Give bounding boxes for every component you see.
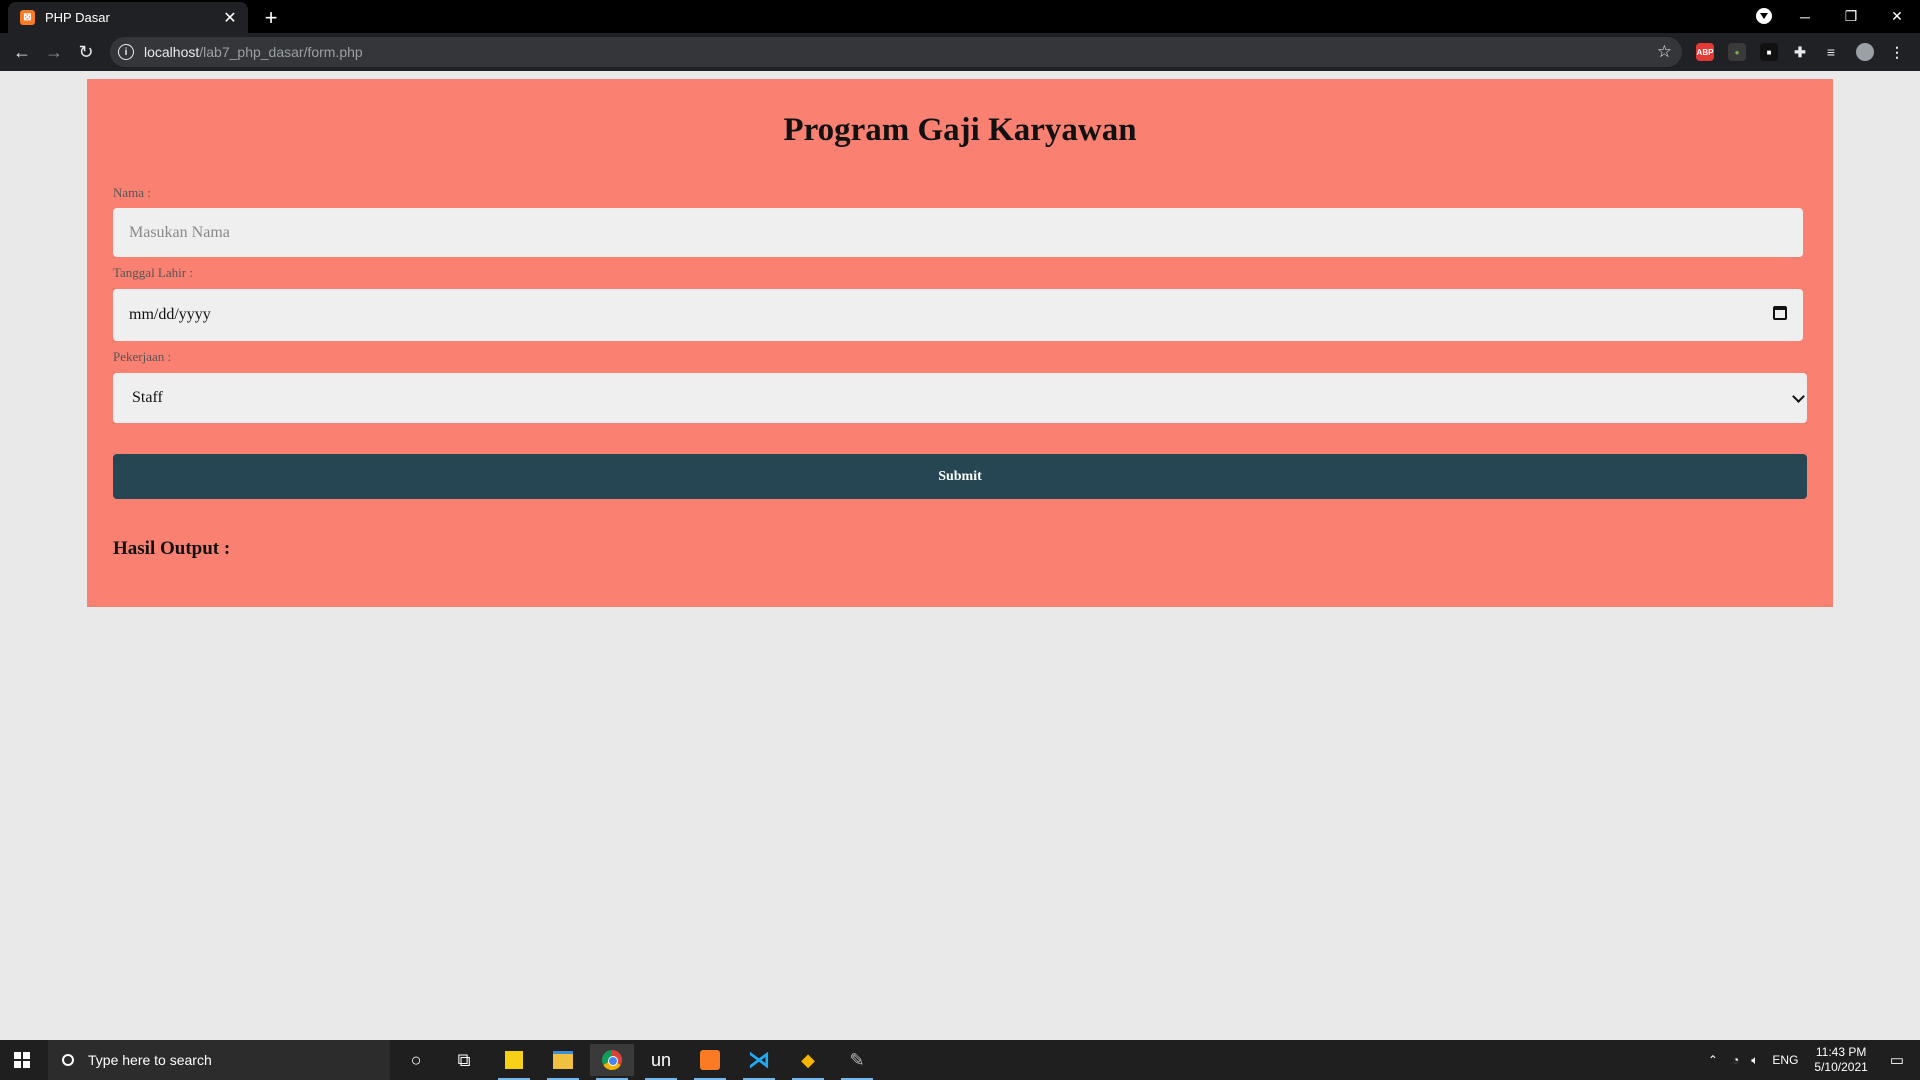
close-window-icon[interactable]: ✕ — [1874, 0, 1920, 33]
extension-icon[interactable]: ● — [1728, 43, 1746, 61]
page-title: Program Gaji Karyawan — [783, 112, 1137, 148]
vscode-icon[interactable]: ⋊ — [737, 1044, 781, 1080]
tab-bar: ⊠ PHP Dasar ✕ + ─ ❐ ✕ — [0, 0, 1920, 33]
clock-date: 5/10/2021 — [1814, 1060, 1868, 1074]
new-tab-button[interactable]: + — [257, 4, 285, 32]
network-icon[interactable]: ◔ — [1732, 1053, 1739, 1067]
pekerjaan-select[interactable]: Staff — [113, 373, 1807, 423]
search-placeholder: Type here to search — [88, 1052, 212, 1068]
tab-search-icon[interactable] — [1756, 8, 1772, 24]
date-value: mm/dd/yyyy — [129, 306, 211, 323]
taskbar: Type here to search ○ ⧉ un ⋊ ◆ ✎ ⌃ ◔ 🔈︎ … — [0, 1040, 1920, 1080]
tanggal-lahir-input[interactable]: mm/dd/yyyy — [113, 289, 1803, 341]
reload-icon[interactable]: ↻ — [72, 38, 100, 66]
forward-icon[interactable]: → — [40, 38, 68, 66]
address-bar[interactable]: i localhost/lab7_php_dasar/form.php ☆ — [110, 37, 1682, 67]
adblock-icon[interactable]: ABP — [1696, 43, 1714, 61]
close-tab-icon[interactable]: ✕ — [220, 8, 240, 28]
sticky-notes-icon[interactable] — [492, 1044, 536, 1080]
minimize-icon[interactable]: ─ — [1782, 0, 1828, 33]
extension-cube-icon[interactable]: ■ — [1760, 43, 1778, 61]
clock-time: 11:43 PM — [1815, 1045, 1867, 1059]
chrome-icon[interactable] — [590, 1044, 634, 1080]
bookmark-star-icon[interactable]: ☆ — [1657, 42, 1672, 62]
back-icon[interactable]: ← — [8, 38, 36, 66]
info-icon[interactable]: i — [118, 44, 134, 60]
tab-title: PHP Dasar — [45, 10, 110, 25]
restore-icon[interactable]: ❐ — [1828, 0, 1874, 33]
calendar-icon[interactable] — [1773, 306, 1787, 320]
file-explorer-icon[interactable] — [541, 1044, 585, 1080]
un-app-icon[interactable]: un — [639, 1044, 683, 1080]
pekerjaan-selected: Staff — [132, 389, 163, 406]
volume-icon[interactable]: 🔈︎ — [1751, 1053, 1758, 1068]
window-controls: ─ ❐ ✕ — [1782, 0, 1920, 33]
git-icon[interactable]: ◆ — [786, 1044, 830, 1080]
windows-start-icon[interactable] — [14, 1052, 30, 1068]
cortana-icon[interactable]: ○ — [394, 1044, 438, 1076]
puzzle-icon[interactable]: ✚ — [1791, 43, 1809, 61]
pekerjaan-label: Pekerjaan : — [113, 349, 172, 364]
nama-label: Nama : — [113, 185, 151, 200]
search-icon — [62, 1054, 74, 1066]
paint-icon[interactable]: ✎ — [835, 1044, 879, 1080]
clock[interactable]: 11:43 PM 5/10/2021 — [1814, 1045, 1867, 1075]
url-text: localhost/lab7_php_dasar/form.php — [144, 44, 363, 60]
taskbar-search[interactable]: Type here to search — [48, 1040, 390, 1080]
tanggal-lahir-label: Tanggal Lahir : — [113, 265, 193, 280]
xampp-icon: ⊠ — [20, 10, 35, 25]
task-view-icon[interactable]: ⧉ — [442, 1044, 486, 1076]
media-icon[interactable]: ≡ — [1822, 43, 1840, 61]
browser-toolbar: ← → ↻ i localhost/lab7_php_dasar/form.ph… — [0, 33, 1920, 71]
chevron-down-icon — [1792, 390, 1805, 403]
xampp-taskbar-icon[interactable] — [688, 1044, 732, 1080]
notification-icon[interactable]: ▭ — [1890, 1051, 1904, 1069]
nama-input[interactable]: Masukan Nama — [113, 208, 1803, 257]
avatar[interactable] — [1856, 43, 1874, 61]
menu-icon[interactable]: ⋮ — [1888, 43, 1906, 61]
browser-tab[interactable]: ⊠ PHP Dasar ✕ — [8, 2, 248, 33]
submit-button[interactable]: Submit — [113, 454, 1807, 499]
hasil-output-label: Hasil Output : — [113, 538, 231, 559]
form-panel: Program Gaji Karyawan Nama : Masukan Nam… — [87, 79, 1833, 607]
chevron-up-icon[interactable]: ⌃ — [1708, 1053, 1718, 1067]
system-tray: ⌃ ◔ 🔈︎ ENG 11:43 PM 5/10/2021 ▭ — [1700, 1040, 1920, 1080]
language-indicator[interactable]: ENG — [1772, 1053, 1798, 1067]
nama-placeholder: Masukan Nama — [129, 223, 230, 241]
